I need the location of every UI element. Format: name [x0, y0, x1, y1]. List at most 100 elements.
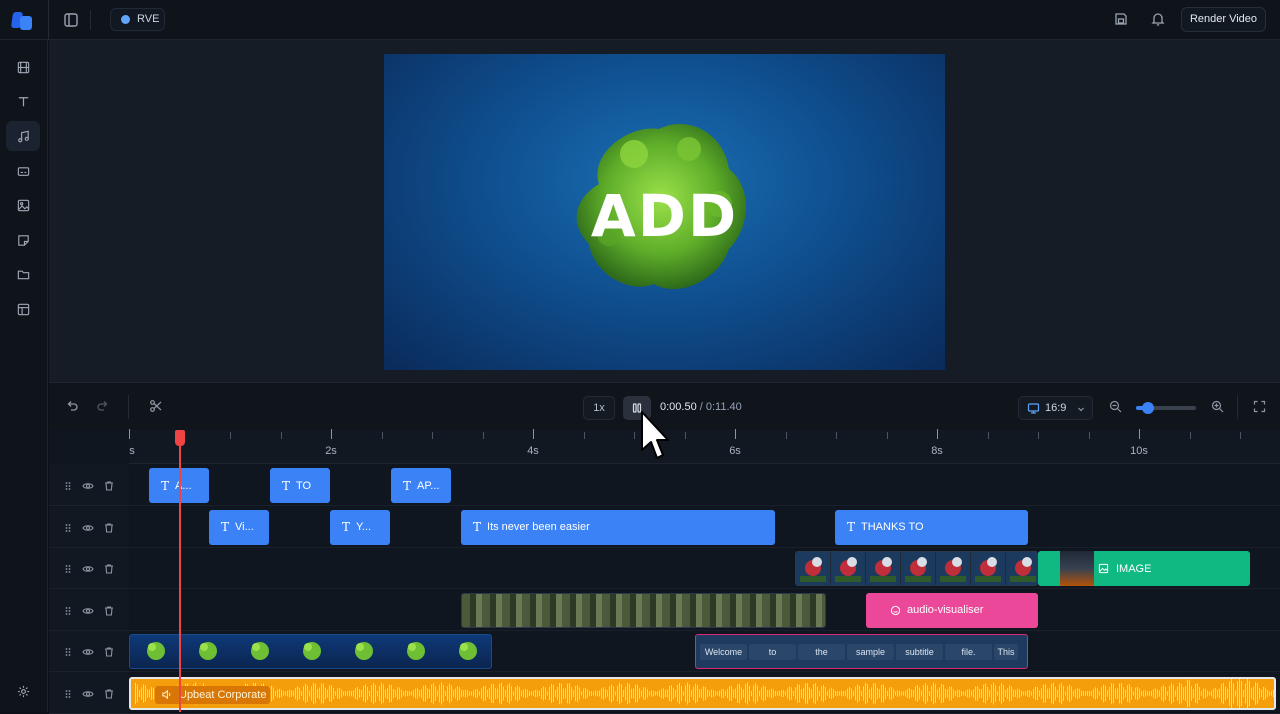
- sidebar-item-images[interactable]: [6, 190, 40, 220]
- text-clip[interactable]: T Y...: [330, 509, 390, 545]
- trash-icon[interactable]: [103, 645, 115, 657]
- zoom-slider-knob[interactable]: [1142, 402, 1154, 414]
- playback-speed-button[interactable]: 1x: [583, 396, 615, 420]
- folder-icon: [17, 270, 29, 279]
- timeline-track: Welcome to the sample subtitle file. This: [129, 631, 1280, 672]
- text-clip[interactable]: T Its never been easier: [461, 509, 775, 545]
- ruler-major-tick: [533, 429, 534, 439]
- top-bar: RVE Render Video: [0, 0, 1280, 40]
- trash-icon[interactable]: [103, 604, 115, 616]
- visibility-icon[interactable]: [82, 604, 94, 616]
- video-frame-strip: [462, 593, 825, 627]
- ruler-minor-tick: [1189, 432, 1191, 439]
- fullscreen-icon[interactable]: [1253, 400, 1266, 418]
- sidebar-item-audio[interactable]: [6, 121, 40, 151]
- audio-visualiser-clip[interactable]: audio-visualiser: [866, 592, 1038, 628]
- sidebar-item-captions[interactable]: [6, 156, 40, 186]
- video-frame-thumbnail: [303, 642, 321, 660]
- visibility-icon[interactable]: [82, 479, 94, 491]
- drag-handle-icon[interactable]: [62, 645, 74, 657]
- playhead-line[interactable]: [179, 430, 181, 712]
- text-clip[interactable]: T THANKS TO: [835, 509, 1028, 545]
- clip-label: TO: [296, 479, 312, 492]
- sidebar-item-files[interactable]: [6, 259, 40, 289]
- project-selector[interactable]: RVE: [110, 8, 165, 31]
- sidebar-item-stickers[interactable]: [6, 225, 40, 255]
- video-clip[interactable]: [795, 551, 1038, 586]
- time-ruler[interactable]: s 2s 4s 6s 8s 10s: [129, 429, 1280, 464]
- trash-icon[interactable]: [103, 562, 115, 574]
- sidebar-item-templates[interactable]: [6, 294, 40, 324]
- sidebar-item-text[interactable]: [6, 86, 40, 116]
- zoom-in-icon[interactable]: [1211, 400, 1224, 418]
- drag-handle-icon[interactable]: [62, 521, 74, 533]
- video-clip[interactable]: [129, 634, 492, 669]
- text-type-icon: T: [221, 520, 230, 534]
- app-logo[interactable]: [10, 9, 36, 31]
- playhead-handle[interactable]: [175, 430, 185, 446]
- ruler-label: 2s: [325, 445, 337, 457]
- trash-icon[interactable]: [103, 687, 115, 699]
- video-frame-thumbnail: [199, 642, 217, 660]
- ruler-minor-tick: [987, 432, 989, 439]
- track-controls: [49, 631, 129, 672]
- drag-handle-icon[interactable]: [62, 479, 74, 491]
- image-clip[interactable]: IMAGE: [1038, 551, 1250, 586]
- render-video-button[interactable]: Render Video: [1181, 7, 1266, 32]
- text-icon: [18, 96, 28, 106]
- subtitle-chip[interactable]: to: [749, 643, 796, 660]
- subtitle-chip[interactable]: subtitle: [896, 643, 943, 660]
- subtitle-chip[interactable]: Welcome: [700, 643, 747, 660]
- timeline: s 2s 4s 6s 8s 10s T A... T TO T AP... T Vi... T Y... T I…: [49, 429, 1280, 714]
- drag-handle-icon[interactable]: [62, 604, 74, 616]
- video-preview[interactable]: ADD: [384, 54, 945, 370]
- ruler-minor-tick: [836, 432, 837, 439]
- subtitle-chip[interactable]: sample: [847, 643, 894, 660]
- zoom-slider[interactable]: [1136, 402, 1196, 414]
- visibility-icon[interactable]: [82, 687, 94, 699]
- save-icon[interactable]: [1111, 9, 1131, 29]
- subtitle-chip[interactable]: the: [798, 643, 845, 660]
- trash-icon[interactable]: [103, 479, 115, 491]
- settings-gear-button[interactable]: [6, 676, 40, 706]
- text-clip[interactable]: T Vi...: [209, 509, 269, 545]
- sidebar-toggle-icon[interactable]: [61, 10, 81, 30]
- trash-icon[interactable]: [103, 521, 115, 533]
- video-clip[interactable]: [461, 592, 826, 628]
- timeline-track: T A... T TO T AP...: [129, 465, 1280, 506]
- video-frame-thumbnail: [866, 552, 900, 585]
- clip-label: AP...: [417, 479, 440, 492]
- sidebar-item-video[interactable]: [6, 52, 40, 82]
- visibility-icon[interactable]: [82, 521, 94, 533]
- redo-icon[interactable]: [96, 399, 110, 418]
- video-frame-thumbnail: [796, 552, 830, 585]
- video-frame-thumbnail: [971, 552, 1005, 585]
- timeline-track: Upbeat Corporate: [129, 673, 1280, 714]
- notifications-bell-icon[interactable]: [1148, 9, 1168, 29]
- subtitles-clip[interactable]: Welcome to the sample subtitle file. This: [695, 634, 1028, 669]
- drag-handle-icon[interactable]: [62, 562, 74, 574]
- clip-label: IMAGE: [1116, 562, 1152, 575]
- ruler-label: 8s: [931, 445, 943, 457]
- timeline-track: IMAGE: [129, 548, 1280, 589]
- text-clip[interactable]: T AP...: [391, 468, 451, 503]
- subtitle-chip[interactable]: This: [994, 643, 1018, 660]
- aspect-ratio-select[interactable]: 16:9: [1018, 396, 1093, 420]
- text-type-icon: T: [473, 520, 482, 534]
- audio-clip[interactable]: Upbeat Corporate: [129, 676, 1276, 710]
- subtitle-chip[interactable]: file.: [945, 643, 992, 660]
- visibility-icon[interactable]: [82, 645, 94, 657]
- undo-icon[interactable]: [65, 399, 79, 418]
- visibility-icon[interactable]: [82, 562, 94, 574]
- zoom-out-icon[interactable]: [1109, 400, 1122, 418]
- clip-label: Vi...: [235, 521, 254, 533]
- drag-handle-icon[interactable]: [62, 687, 74, 699]
- ruler-major-tick: [129, 429, 130, 439]
- project-status-dot: [121, 15, 130, 24]
- text-clip[interactable]: T TO: [270, 468, 330, 503]
- scissors-split-icon[interactable]: [149, 399, 163, 418]
- ruler-major-tick: [735, 429, 736, 439]
- video-frame-thumbnail: [901, 552, 935, 585]
- ruler-minor-tick: [583, 432, 585, 439]
- left-sidebar: [0, 40, 48, 712]
